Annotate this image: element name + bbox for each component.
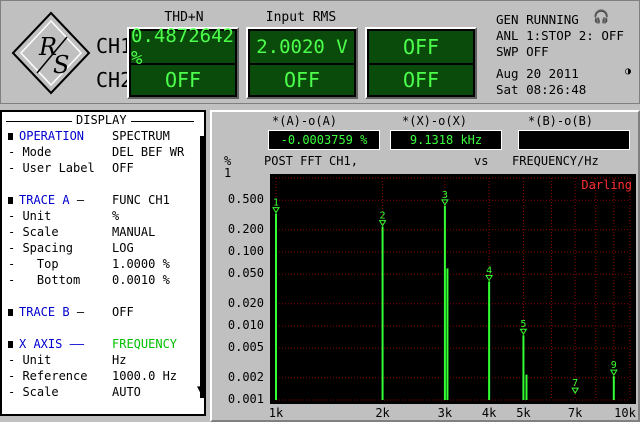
- x-tick-label: 1k: [268, 406, 284, 420]
- x-tick-label: 5k: [516, 406, 531, 420]
- ch2-rms-value: OFF: [283, 68, 321, 92]
- time-display: Sat 08:26:48: [496, 82, 587, 97]
- rohde-schwarz-logo: R S: [9, 9, 93, 97]
- scroll-down-arrow-icon[interactable]: ▼: [197, 384, 203, 395]
- sweep-status: SWP OFF: [496, 44, 549, 59]
- harmonic-marker-label: 4: [486, 265, 492, 276]
- analyzer-status: ANL 1:STOP 2: OFF: [496, 28, 624, 43]
- ch1-rms-value: 2.0020 V: [256, 36, 348, 58]
- generator-status: GEN RUNNING: [496, 12, 579, 27]
- x-tick-label: 4k: [481, 406, 497, 420]
- top-status-bar: R S CH1 CH2 THD+N Input RMS 0.4872642 % …: [0, 0, 640, 104]
- date-display: Aug 20 2011: [496, 66, 579, 81]
- harmonic-marker-label: 9: [611, 360, 617, 371]
- headphone-icon: 🎧: [593, 10, 610, 25]
- menu-scrollbar[interactable]: [200, 136, 204, 398]
- ch2-col3-value: OFF: [402, 68, 440, 92]
- x-tick-label: 7k: [567, 406, 583, 420]
- x-tick-label: 10k: [614, 406, 636, 420]
- display-menu-title: DISPLAY: [72, 113, 131, 127]
- input-rms-column-header: Input RMS: [265, 10, 337, 25]
- spectrum-plot-area[interactable]: 1 2 3 4 5 7 9 Darling: [270, 174, 636, 404]
- thd-display-panel[interactable]: 0.4872642 % OFF: [127, 25, 239, 99]
- third-display-panel[interactable]: OFF OFF: [365, 27, 477, 99]
- x-tick-label: 2k: [375, 406, 390, 420]
- moon-icon: ◑: [625, 66, 632, 77]
- x-tick-label: 3k: [437, 406, 453, 420]
- spectrum-plot-svg: 1 2 3 4 5 7 9: [272, 177, 631, 401]
- ch1-thd-value: 0.4872642 %: [131, 25, 234, 69]
- ch1-col3-value: OFF: [402, 35, 440, 59]
- svg-text:S: S: [53, 51, 69, 79]
- ch2-label: CH2: [96, 68, 133, 92]
- window-function-label: Darling: [581, 178, 632, 192]
- harmonic-marker-label: 5: [520, 319, 526, 330]
- harmonic-marker-label: 3: [442, 190, 448, 201]
- harmonic-marker-label: 1: [273, 198, 279, 209]
- thd-column-header: THD+N: [164, 10, 204, 25]
- harmonic-marker-label: 7: [572, 378, 578, 389]
- input-rms-display-panel[interactable]: 2.0020 V OFF: [246, 27, 358, 99]
- display-menu-panel: DISPLAY OPERATION SPECTRUM - Mode DEL BEF …: [0, 110, 206, 416]
- ch1-label: CH1: [96, 34, 133, 58]
- spectrum-graph-window: *(A)-o(A) *(X)-o(X) *(B)-o(B) -0.0003759…: [210, 110, 640, 422]
- harmonic-marker-label: 2: [380, 211, 386, 222]
- ch2-thd-value: OFF: [164, 68, 202, 92]
